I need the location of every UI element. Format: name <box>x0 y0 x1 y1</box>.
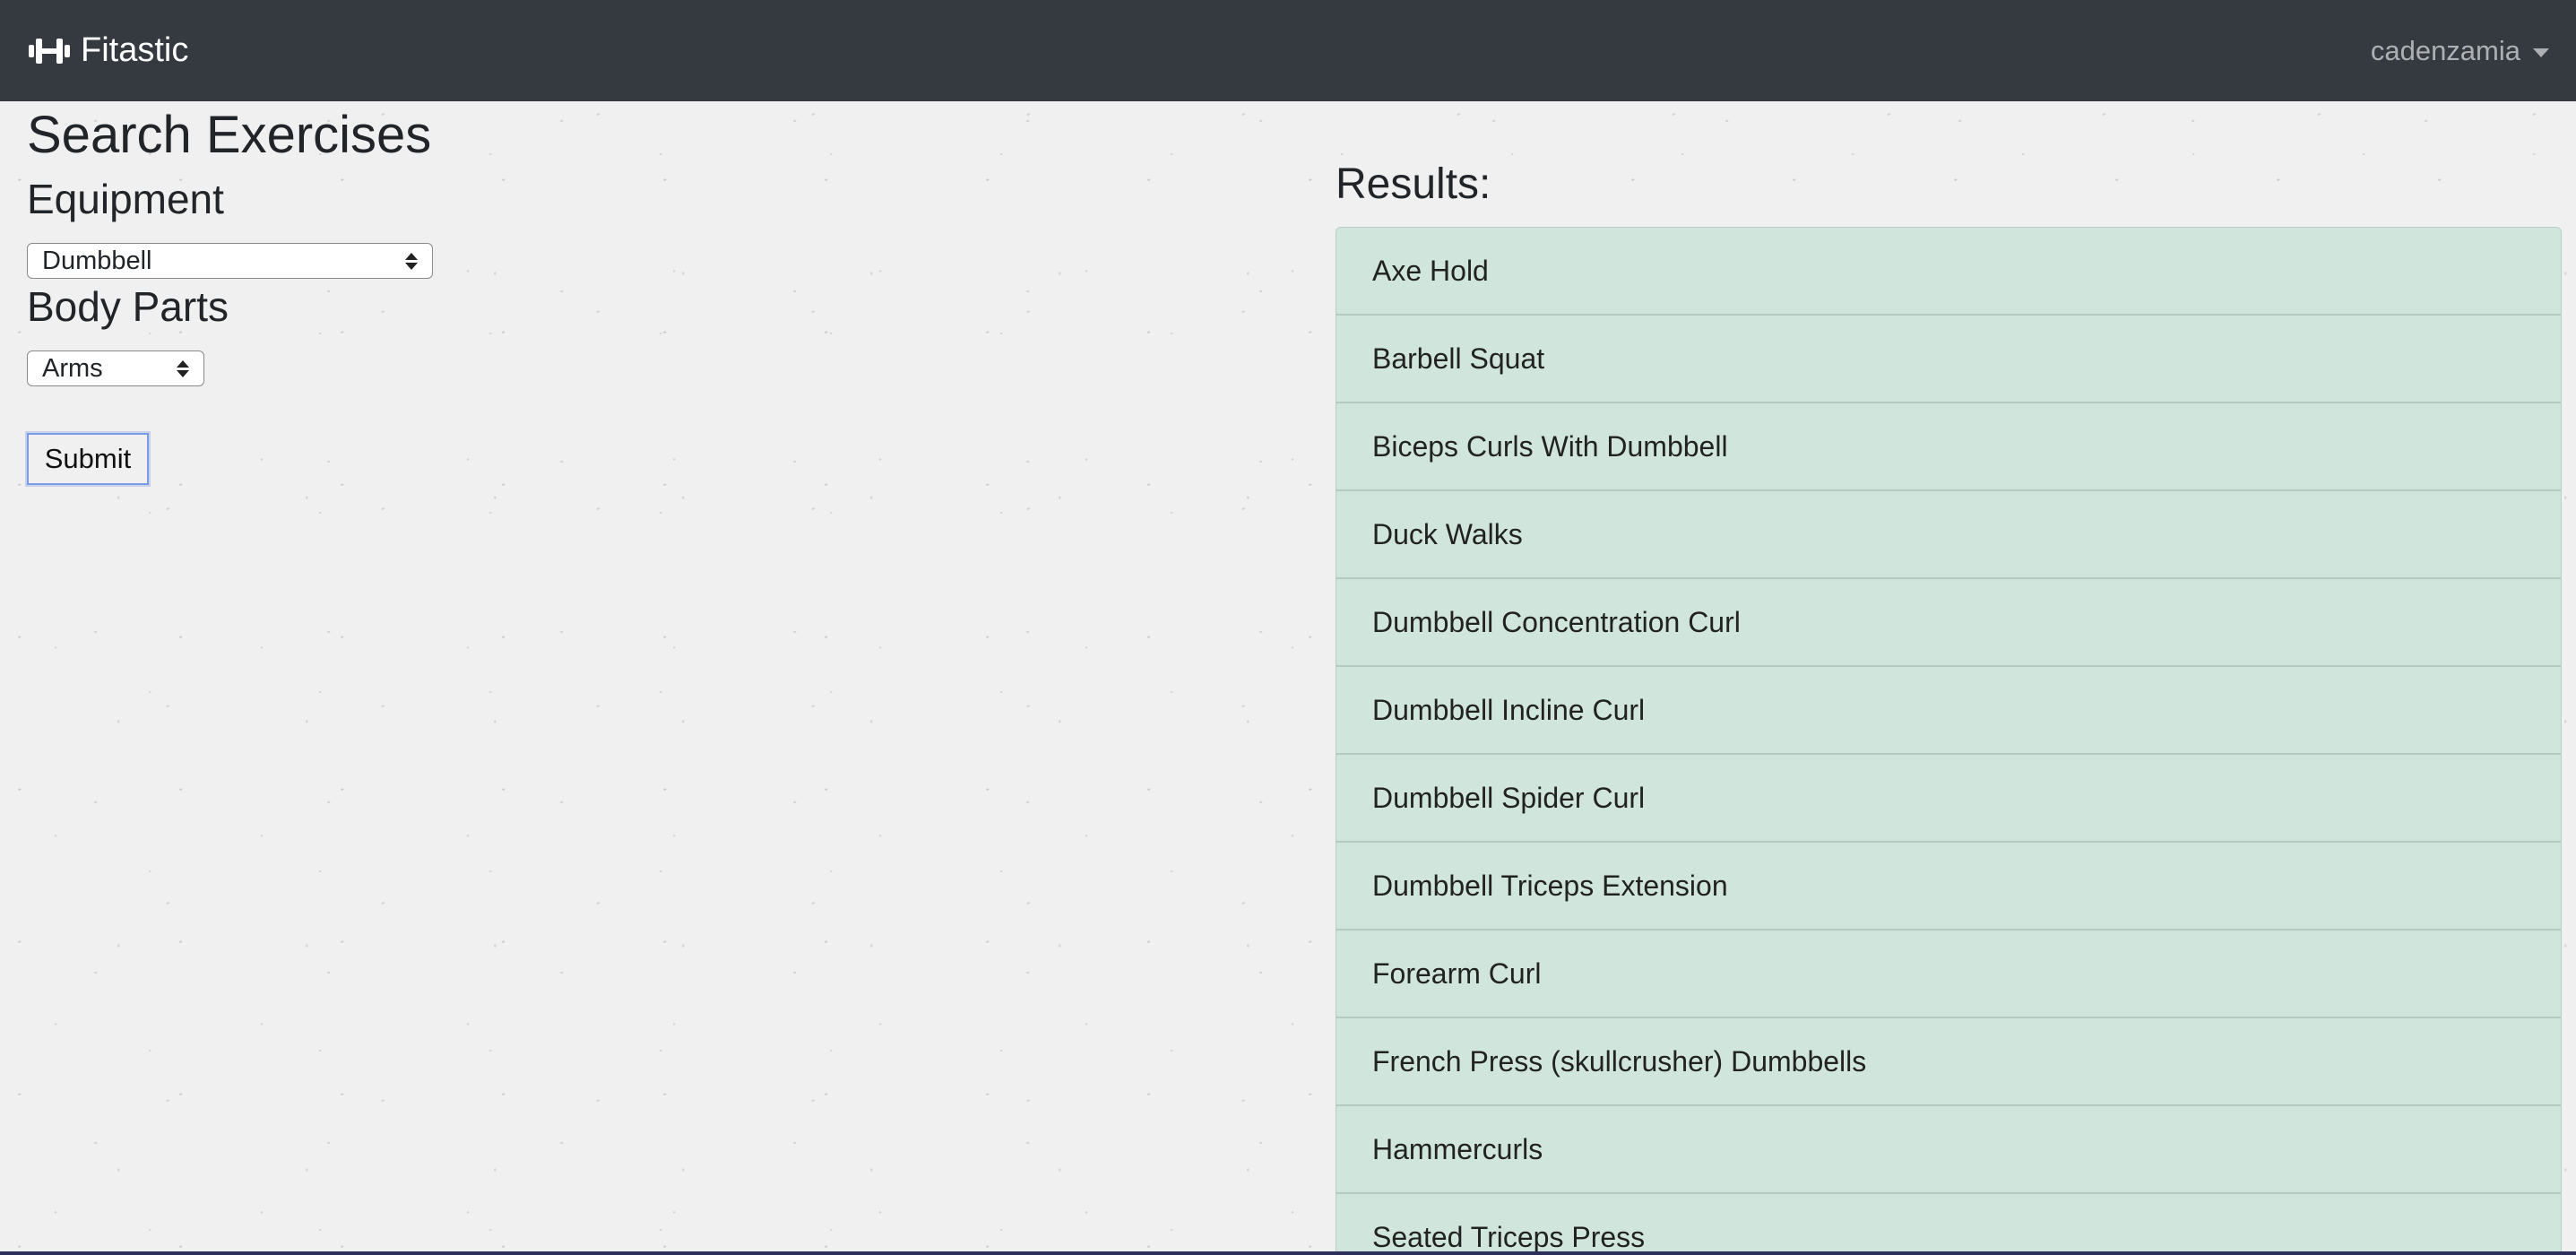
equipment-select[interactable]: Dumbbell <box>27 243 433 279</box>
select-arrows-icon <box>177 359 189 377</box>
select-arrows-icon <box>405 252 418 270</box>
result-item[interactable]: Barbell Squat <box>1336 316 2561 403</box>
result-item[interactable]: Biceps Curls With Dumbbell <box>1336 403 2561 491</box>
brand-link[interactable]: Fitastic <box>27 31 188 70</box>
body-parts-select[interactable]: Arms <box>27 351 204 386</box>
username: cadenzamia <box>2370 34 2520 66</box>
user-dropdown[interactable]: cadenzamia <box>2371 35 2549 67</box>
caret-down-icon <box>2533 48 2549 57</box>
brand-name: Fitastic <box>81 31 189 69</box>
result-item[interactable]: Seated Triceps Press <box>1336 1194 2561 1254</box>
result-item[interactable]: Dumbbell Spider Curl <box>1336 755 2561 843</box>
dumbbell-icon <box>27 36 72 66</box>
page-title: Search Exercises <box>27 106 432 164</box>
equipment-selected-value: Dumbbell <box>42 246 152 275</box>
result-item[interactable]: Duck Walks <box>1336 491 2561 579</box>
results-list: Axe Hold Barbell Squat Biceps Curls With… <box>1336 227 2562 1255</box>
result-item[interactable]: Forearm Curl <box>1336 930 2561 1018</box>
result-item[interactable]: Axe Hold <box>1336 228 2561 316</box>
result-item[interactable]: Dumbbell Concentration Curl <box>1336 579 2561 667</box>
body-parts-label: Body Parts <box>27 283 229 330</box>
equipment-label: Equipment <box>27 176 224 222</box>
window-bottom-edge <box>0 1251 2576 1255</box>
body-parts-selected-value: Arms <box>42 353 103 383</box>
result-item[interactable]: Dumbbell Incline Curl <box>1336 667 2561 755</box>
top-navbar: Fitastic cadenzamia <box>0 0 2576 101</box>
result-item[interactable]: Dumbbell Triceps Extension <box>1336 843 2561 930</box>
result-item[interactable]: Hammercurls <box>1336 1106 2561 1194</box>
result-item[interactable]: French Press (skullcrusher) Dumbbells <box>1336 1018 2561 1106</box>
results-title: Results: <box>1336 160 1491 208</box>
submit-button[interactable]: Submit <box>27 433 149 485</box>
